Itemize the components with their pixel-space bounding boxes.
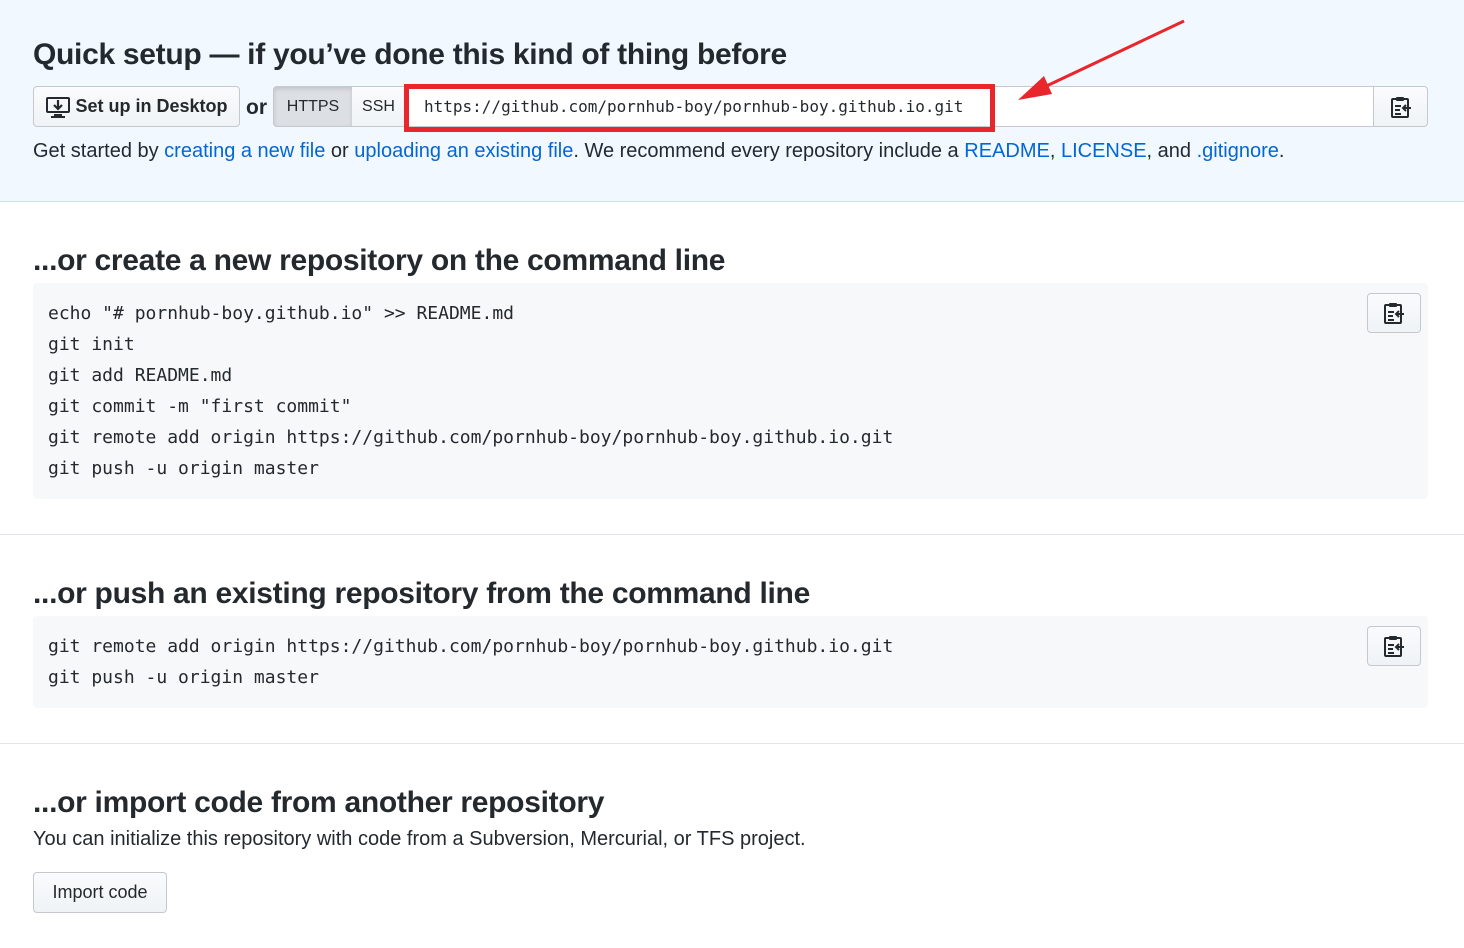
push-repo-title: ...or push an existing repository from t… (33, 577, 810, 610)
code-line: git add README.md (48, 365, 233, 386)
intro-text: , (1049, 140, 1056, 162)
code-line: git init (48, 334, 135, 355)
intro-text: . We recommend every repository include … (573, 140, 965, 162)
setup-desktop-label: Set up in Desktop (75, 96, 228, 116)
code-line: git remote add origin https://github.com… (48, 636, 894, 657)
code-line: echo "# pornhub-boy.github.io" >> README… (48, 303, 514, 324)
intro-text: . (1278, 140, 1285, 162)
intro-text: , and (1146, 140, 1197, 162)
code-line: git push -u origin master (48, 458, 319, 479)
clippy-icon (1390, 95, 1412, 119)
create-repo-code-block: echo "# pornhub-boy.github.io" >> README… (33, 283, 1428, 499)
setup-desktop-button[interactable]: Set up in Desktop (33, 86, 240, 127)
https-toggle[interactable]: HTTPS (273, 86, 353, 127)
clone-url-input[interactable]: https://github.com/pornhub-boy/pornhub-b… (405, 86, 1374, 127)
upload-file-link[interactable]: uploading an existing file (354, 140, 573, 162)
quick-setup-intro: Get started by creating a new file or up… (33, 140, 1284, 163)
intro-text: Get started by (33, 140, 165, 162)
quick-setup-title: Quick setup — if you’ve done this kind o… (33, 38, 787, 71)
code-line: git commit -m "first commit" (48, 396, 352, 417)
code-line: git push -u origin master (48, 667, 319, 688)
or-label: or (246, 96, 267, 119)
license-link[interactable]: LICENSE (1061, 140, 1147, 162)
create-repo-title: ...or create a new repository on the com… (33, 244, 726, 277)
import-repo-title: ...or import code from another repositor… (33, 786, 605, 819)
clippy-icon (1383, 634, 1405, 658)
copy-url-button[interactable] (1373, 86, 1428, 127)
intro-text: or (325, 140, 355, 162)
code-line: git remote add origin https://github.com… (48, 427, 894, 448)
create-file-link[interactable]: creating a new file (164, 140, 325, 162)
import-code-button[interactable]: Import code (33, 872, 167, 913)
section-divider (0, 534, 1464, 535)
copy-create-commands-button[interactable] (1367, 293, 1421, 333)
quick-setup-panel: Quick setup — if you’ve done this kind o… (0, 0, 1464, 202)
readme-link[interactable]: README (964, 140, 1050, 162)
section-divider (0, 743, 1464, 744)
import-description: You can initialize this repository with … (33, 828, 806, 850)
desktop-download-icon (45, 95, 71, 119)
push-repo-code-block: git remote add origin https://github.com… (33, 616, 1428, 708)
gitignore-link[interactable]: .gitignore (1197, 140, 1279, 162)
copy-push-commands-button[interactable] (1367, 626, 1421, 666)
ssh-toggle[interactable]: SSH (352, 86, 406, 127)
clippy-icon (1383, 301, 1405, 325)
